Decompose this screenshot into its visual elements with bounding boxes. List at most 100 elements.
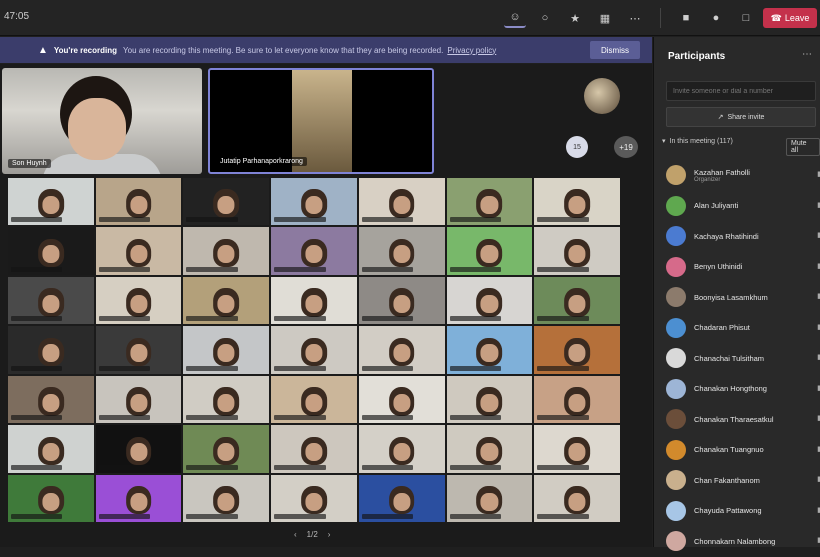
participant-item[interactable]: Kazahan Fatholli Organizer ▮ (666, 160, 820, 191)
participant-face (480, 393, 498, 412)
video-tile[interactable] (358, 227, 445, 275)
video-tile[interactable] (183, 326, 270, 374)
video-tile[interactable] (271, 474, 357, 522)
participant-item[interactable]: Chan Fakanthanom ▮ (666, 465, 820, 496)
video-tile[interactable] (446, 178, 533, 226)
video-tile[interactable] (446, 474, 533, 522)
participant-item[interactable]: Kachaya Rhatihindi ▮ (666, 221, 820, 252)
prev-page-icon[interactable]: ‹ (294, 530, 297, 539)
participant-item[interactable]: Chonnakarn Nalambong ▮ (666, 526, 820, 557)
video-tile[interactable] (8, 326, 94, 374)
video-tile[interactable] (8, 178, 94, 226)
video-tile[interactable] (183, 375, 270, 424)
video-tile[interactable] (271, 326, 357, 374)
participant-item[interactable]: Chayuda Pattawong ▮ (666, 496, 820, 527)
share-invite-button[interactable]: ↗ Share invite (666, 107, 816, 127)
avatar[interactable] (584, 78, 620, 114)
pinned-video-2[interactable]: Jutatip Parhanaporkrarong (208, 68, 434, 174)
video-tile[interactable] (534, 227, 620, 275)
video-tile[interactable] (8, 425, 94, 473)
video-tile[interactable] (534, 276, 620, 325)
video-name-label (537, 217, 589, 223)
video-tile[interactable] (446, 425, 533, 473)
video-tile[interactable] (95, 474, 182, 522)
mic-icon[interactable]: ● (705, 8, 727, 28)
video-tile[interactable] (95, 375, 182, 424)
pinned-video-1[interactable]: Son Huynh (2, 68, 202, 174)
chat-icon[interactable]: ○ (534, 8, 556, 28)
video-tile[interactable] (446, 276, 533, 325)
participant-face (568, 294, 586, 313)
video-tile[interactable] (358, 474, 445, 522)
avatar (666, 226, 686, 247)
participant-face (42, 196, 60, 215)
camera-icon[interactable]: ■ (675, 8, 697, 28)
participant-face (305, 443, 323, 462)
video-tile[interactable] (271, 178, 357, 226)
video-tile[interactable] (446, 227, 533, 275)
video-tile[interactable] (358, 178, 445, 226)
video-tile[interactable] (8, 227, 94, 275)
more-icon[interactable]: ⋯ (624, 8, 646, 28)
video-tile[interactable] (534, 178, 620, 226)
video-tile[interactable] (358, 375, 445, 424)
video-tile[interactable] (358, 425, 445, 473)
video-name-label: Jutatip Parhanaporkrarong (216, 157, 307, 166)
participant-item[interactable]: Chanakan Tuangnuo ▮ (666, 435, 820, 466)
video-name-label (98, 513, 151, 519)
video-tile[interactable] (534, 474, 620, 522)
participant-item[interactable]: Chanachai Tulsitham ▮ (666, 343, 820, 374)
video-tile[interactable] (95, 276, 182, 325)
participant-item[interactable]: Alan Juliyanti ▮ (666, 191, 820, 222)
video-tile[interactable] (271, 425, 357, 473)
privacy-policy-link[interactable]: Privacy policy (447, 46, 496, 55)
video-tile[interactable] (183, 178, 270, 226)
mute-all-button[interactable]: Mute all (786, 138, 820, 156)
dismiss-button[interactable]: Dismiss (590, 41, 640, 59)
invite-input[interactable] (666, 81, 816, 101)
participant-name: Kazahan Fatholli (694, 167, 750, 177)
share-icon[interactable]: □ (735, 8, 757, 28)
video-tile[interactable] (271, 227, 357, 275)
video-tile[interactable] (358, 276, 445, 325)
video-tile[interactable] (271, 276, 357, 325)
video-tile[interactable] (95, 178, 182, 226)
video-tile[interactable] (95, 425, 182, 473)
banner-message: You are recording this meeting. Be sure … (123, 45, 444, 55)
video-tile[interactable] (8, 474, 94, 522)
meeting-section-header[interactable]: ▾ In this meeting (117) (662, 137, 733, 146)
video-tile[interactable] (8, 375, 94, 424)
participant-name: Boonyisa Lasamkhum (694, 292, 768, 302)
video-tile[interactable] (534, 425, 620, 473)
video-tile[interactable] (183, 227, 270, 275)
participant-item[interactable]: Benyn Uthinidi ▮ (666, 252, 820, 283)
participant-item[interactable]: Chanakan Hongthong ▮ (666, 374, 820, 405)
participant-item[interactable]: Chadaran Phisut ▮ (666, 313, 820, 344)
next-page-icon[interactable]: › (328, 530, 331, 539)
video-tile[interactable] (183, 425, 270, 473)
video-tile[interactable] (358, 326, 445, 374)
video-tile[interactable] (534, 326, 620, 374)
participant-face (42, 344, 60, 363)
more-options-icon[interactable]: ⋯ (802, 49, 812, 60)
video-name-label (98, 365, 151, 371)
participant-item[interactable]: Boonyisa Lasamkhum ▮ (666, 282, 820, 313)
video-tile[interactable] (446, 326, 533, 374)
video-name-label (361, 513, 414, 519)
video-tile[interactable] (271, 375, 357, 424)
video-tile[interactable] (95, 227, 182, 275)
people-icon[interactable]: ☺ (504, 8, 526, 28)
participant-item[interactable]: Chanakan Tharaesatkul ▮ (666, 404, 820, 435)
leave-button[interactable]: ☎ Leave (763, 8, 817, 28)
video-tile[interactable] (183, 474, 270, 522)
video-tile[interactable] (8, 276, 94, 325)
video-tile[interactable] (183, 276, 270, 325)
video-tile[interactable] (446, 375, 533, 424)
reactions-icon[interactable]: ★ (564, 8, 586, 28)
overflow-count-badge[interactable]: +19 (614, 136, 638, 158)
participant-name: Benyn Uthinidi (694, 262, 743, 272)
rooms-icon[interactable]: ▦ (594, 8, 616, 28)
video-tile[interactable] (534, 375, 620, 424)
hidden-participants-badge[interactable]: 15 (566, 136, 588, 158)
video-tile[interactable] (95, 326, 182, 374)
